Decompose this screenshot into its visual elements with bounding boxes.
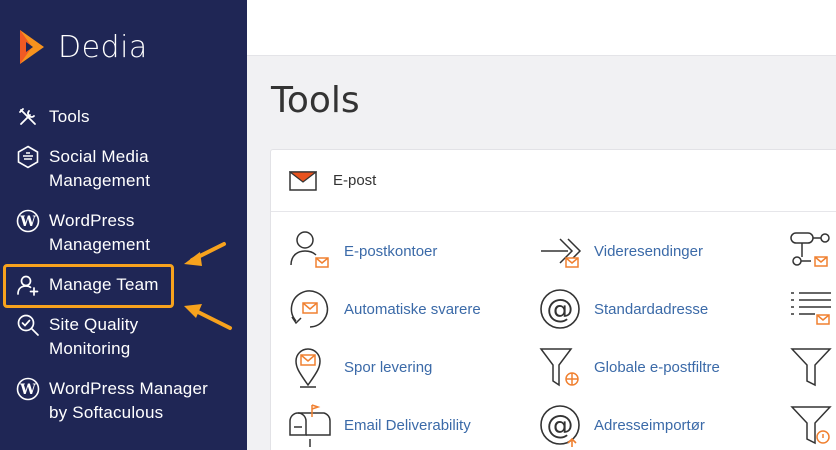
address-importer-icon: @ xyxy=(540,405,580,447)
tool-forwarders[interactable]: Videresendinger xyxy=(538,229,703,273)
add-user-icon xyxy=(17,275,39,296)
sidebar-item-softaculous[interactable]: W WordPress Manager by Softaculous xyxy=(16,377,221,425)
sidebar: Dedia Tools Social Media Management W Wo… xyxy=(0,0,247,450)
svg-text:@: @ xyxy=(547,294,574,325)
tool-autoresponders[interactable]: Automatiske svarere xyxy=(288,287,481,331)
filter-alert-icon[interactable] xyxy=(789,403,833,447)
sidebar-item-label: Tools xyxy=(49,107,90,126)
envelope-icon xyxy=(289,170,317,191)
tool-label: E-postkontoer xyxy=(344,242,438,260)
tool-email-deliverability[interactable]: Email Deliverability xyxy=(288,403,471,447)
track-delivery-icon xyxy=(295,348,321,388)
tool-label: Adresseimportør xyxy=(594,416,705,434)
sidebar-item-social-media[interactable]: Social Media Management xyxy=(16,145,221,193)
brand-logo[interactable]: Dedia xyxy=(16,28,148,66)
global-filter-icon xyxy=(539,348,579,387)
tool-default-address[interactable]: @ Standardadresse xyxy=(538,287,708,331)
tool-label: Standardadresse xyxy=(594,300,709,318)
tool-track-delivery[interactable]: Spor levering xyxy=(288,345,432,389)
filter-icon[interactable] xyxy=(789,345,833,389)
at-sign-icon: @ xyxy=(540,289,580,329)
top-bar xyxy=(247,0,836,56)
tools-icon xyxy=(19,108,36,125)
list-mail-icon[interactable] xyxy=(789,287,833,331)
svg-text:W: W xyxy=(19,382,36,398)
arrow-pointer-icon xyxy=(184,242,226,266)
wordpress-icon: W xyxy=(16,209,40,233)
sidebar-item-label: Manage Team xyxy=(49,275,159,294)
forward-mail-icon xyxy=(541,238,582,268)
mailbox-icon xyxy=(289,404,331,447)
page-title: Tools xyxy=(271,80,360,121)
svg-text:@: @ xyxy=(547,410,574,441)
wordpress-icon: W xyxy=(16,377,40,401)
routing-icon[interactable] xyxy=(789,229,833,273)
panel-title: E-post xyxy=(333,172,377,189)
tool-global-filters[interactable]: Globale e-postfiltre xyxy=(538,345,720,389)
svg-text:W: W xyxy=(19,214,36,230)
tool-email-accounts[interactable]: E-postkontoer xyxy=(288,229,437,273)
sidebar-item-tools[interactable]: Tools xyxy=(16,105,221,129)
brand-name: Dedia xyxy=(58,29,148,65)
user-mail-icon xyxy=(290,231,329,268)
autoresponder-icon xyxy=(290,290,329,328)
tool-label: Automatiske svarere xyxy=(344,300,481,318)
arrow-pointer-icon xyxy=(184,304,232,330)
panel-header[interactable]: E-post xyxy=(271,150,836,212)
tool-label: Videresendinger xyxy=(594,242,703,260)
social-media-icon xyxy=(17,145,39,169)
dedia-logo-icon xyxy=(20,30,44,64)
sidebar-item-label: Social Media Management xyxy=(49,147,151,190)
tool-label: Email Deliverability xyxy=(344,416,471,434)
search-check-icon xyxy=(17,314,39,336)
tool-label: Spor levering xyxy=(344,358,433,376)
sidebar-item-manage-team[interactable]: Manage Team xyxy=(16,273,221,297)
tool-label: Globale e-postfiltre xyxy=(594,358,720,376)
sidebar-item-label: WordPress Manager by Softaculous xyxy=(49,379,208,422)
tool-address-importer[interactable]: @ Adresseimportør xyxy=(538,403,705,447)
